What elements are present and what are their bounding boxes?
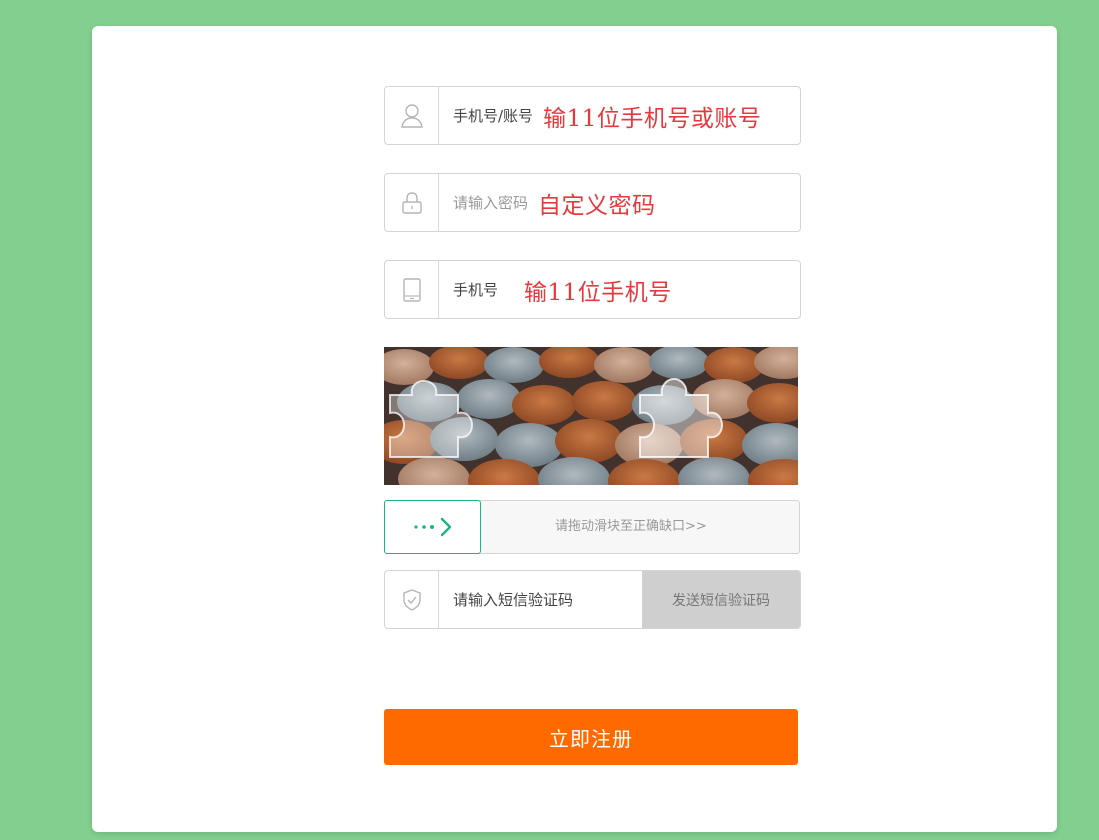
password-placeholder: 请输入密码 xyxy=(453,194,529,212)
account-label: 手机号/账号 xyxy=(453,107,534,125)
user-icon xyxy=(385,87,439,144)
phone-label: 手机号 xyxy=(453,281,499,299)
phone-field[interactable]: 手机号 输11位手机号 xyxy=(384,260,801,319)
shield-check-icon xyxy=(385,571,439,628)
send-sms-button[interactable]: 发送短信验证码 xyxy=(642,571,800,628)
register-button[interactable]: 立即注册 xyxy=(384,709,798,765)
captcha-slider-text: 请拖动滑块至正确缺口>> xyxy=(555,519,707,534)
password-hint: 自定义密码 xyxy=(538,192,656,219)
sms-code-placeholder: 请输入短信验证码 xyxy=(453,591,574,609)
password-field[interactable]: 请输入密码 自定义密码 xyxy=(384,173,801,232)
account-hint: 输11位手机号或账号 xyxy=(543,105,762,132)
dotted-arrow-right-icon xyxy=(413,517,451,537)
captcha-puzzle-image xyxy=(384,347,798,485)
phone-hint: 输11位手机号 xyxy=(524,279,672,306)
tablet-icon xyxy=(385,261,439,318)
captcha-slider-track[interactable]: 请拖动滑块至正确缺口>> xyxy=(384,500,800,554)
account-field[interactable]: 手机号/账号 输11位手机号或账号 xyxy=(384,86,801,145)
lock-icon xyxy=(385,174,439,231)
captcha-slider-handle[interactable] xyxy=(384,500,481,554)
sms-code-field[interactable]: 请输入短信验证码 发送短信验证码 xyxy=(384,570,801,629)
